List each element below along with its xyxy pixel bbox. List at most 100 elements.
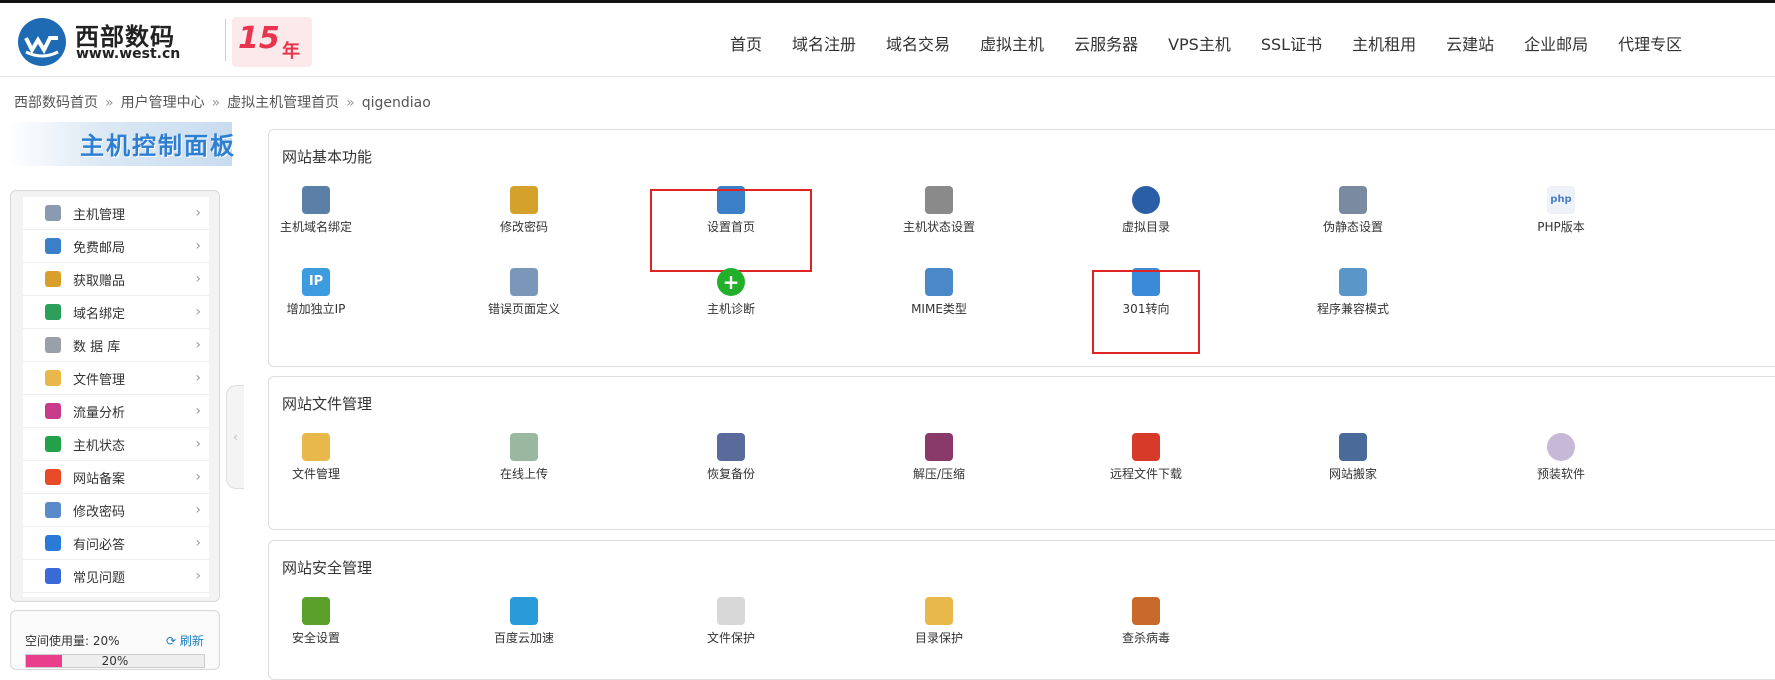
breadcrumb-item[interactable]: 用户管理中心: [121, 95, 205, 111]
tool-item[interactable]: 程序兼容模式: [1288, 268, 1418, 317]
mail-icon: [45, 238, 61, 254]
nav-item[interactable]: 虚拟主机: [980, 31, 1044, 55]
nav-item[interactable]: VPS主机: [1168, 31, 1231, 55]
php-icon: php: [1547, 186, 1575, 214]
header-divider: [225, 19, 226, 61]
tool-item[interactable]: 安全设置: [251, 597, 381, 646]
tool-label: 伪静态设置: [1322, 220, 1383, 234]
tool-label: 网站搬家: [1328, 467, 1377, 481]
gear-icon: [925, 186, 953, 214]
sidebar-item[interactable]: 主机状态 ›: [23, 428, 209, 461]
nav-item[interactable]: 域名注册: [792, 31, 856, 55]
tool-item[interactable]: IP 增加独立IP: [251, 268, 381, 317]
tool-item[interactable]: 修改密码: [459, 186, 589, 235]
tool-item[interactable]: php PHP版本: [1496, 186, 1626, 235]
sidebar-item[interactable]: 免费邮局 ›: [23, 230, 209, 263]
tool-label: 远程文件下载: [1109, 467, 1182, 481]
nav-item[interactable]: 首页: [730, 31, 762, 55]
bug-icon: [1132, 597, 1160, 625]
chevron-right-icon: ›: [195, 271, 201, 287]
sidebar-item[interactable]: 获取赠品 ›: [23, 263, 209, 296]
tool-item[interactable]: MIME类型: [874, 268, 1004, 317]
sidebar-menu: 主机管理 › 免费邮局 › 获取赠品 › 域名绑定 › 数 据 库 › 文件管理 › 流量分析 › 主机状态…: [23, 197, 209, 597]
sidebar-item[interactable]: 流量分析 ›: [23, 395, 209, 428]
globe-icon: [45, 304, 61, 320]
shield-icon: [302, 597, 330, 625]
chevron-right-icon: ›: [195, 502, 201, 518]
tool-item[interactable]: 错误页面定义: [459, 268, 589, 317]
anniversary-suffix: 年: [282, 41, 300, 62]
refresh-link[interactable]: ⟳ 刷新: [166, 632, 204, 649]
support-icon: [45, 535, 61, 551]
site-logo[interactable]: 西部数码 www.west.cn: [18, 15, 188, 67]
gift-icon: [45, 271, 61, 287]
tool-label: 文件管理: [291, 467, 340, 481]
chevron-right-icon: ›: [195, 337, 201, 353]
sidebar: 主机管理 › 免费邮局 › 获取赠品 › 域名绑定 › 数 据 库 › 文件管理 › 流量分析 › 主机状态…: [10, 190, 220, 602]
tool-label: 主机诊断: [706, 302, 755, 316]
sidebar-item[interactable]: 网站备案 ›: [23, 461, 209, 494]
tool-item[interactable]: 文件管理: [251, 433, 381, 482]
tool-item[interactable]: 预装软件: [1496, 433, 1626, 482]
anniversary-badge: 15 年: [232, 17, 312, 67]
sidebar-collapse-toggle[interactable]: ‹: [226, 385, 244, 489]
sidebar-item-label: 有问必答: [73, 537, 126, 553]
folder-icon: [45, 370, 61, 386]
tool-item[interactable]: 在线上传: [459, 433, 589, 482]
breadcrumb: 西部数码首页 » 用户管理中心 » 虚拟主机管理首页 » qigendiao: [14, 92, 431, 112]
tool-item[interactable]: 主机状态设置: [874, 186, 1004, 235]
chevron-right-icon: ›: [195, 205, 201, 221]
sidebar-item-label: 常见问题: [73, 570, 126, 586]
nav-item[interactable]: 企业邮局: [1524, 31, 1588, 55]
tool-item[interactable]: 解压/压缩: [874, 433, 1004, 482]
breadcrumb-separator: »: [346, 95, 355, 111]
chart-icon: [45, 403, 61, 419]
sidebar-item[interactable]: 修改密码 ›: [23, 494, 209, 527]
sidebar-item[interactable]: 有问必答 ›: [23, 527, 209, 560]
sidebar-item[interactable]: 域名绑定 ›: [23, 296, 209, 329]
breadcrumb-item[interactable]: 虚拟主机管理首页: [227, 95, 339, 111]
nav-item[interactable]: 云服务器: [1074, 31, 1138, 55]
database-icon: [45, 337, 61, 353]
tool-item[interactable]: 伪静态设置: [1288, 186, 1418, 235]
nav-item[interactable]: SSL证书: [1261, 31, 1322, 55]
tool-item[interactable]: 主机域名绑定: [251, 186, 381, 235]
section-title: 网站安全管理: [282, 559, 373, 577]
sidebar-item-label: 文件管理: [73, 372, 126, 388]
tool-label: 目录保护: [914, 631, 963, 645]
breadcrumb-item[interactable]: 西部数码首页: [14, 95, 98, 111]
site-header: 西部数码 www.west.cn 15 年 首页 域名注册 域名交易 虚拟主机 云服务器…: [0, 3, 1775, 77]
tool-item[interactable]: 恢复备份: [666, 433, 796, 482]
sidebar-item[interactable]: 文件管理 ›: [23, 362, 209, 395]
chevron-right-icon: ›: [195, 370, 201, 386]
nav-item[interactable]: 域名交易: [886, 31, 950, 55]
faq-icon: [45, 568, 61, 584]
tool-label: PHP版本: [1537, 220, 1585, 234]
cloud-icon: [510, 597, 538, 625]
tool-item[interactable]: 目录保护: [874, 597, 1004, 646]
space-usage-label: 空间使用量: 20%: [25, 634, 120, 648]
tool-item[interactable]: 远程文件下载: [1081, 433, 1211, 482]
nav-item[interactable]: 主机租用: [1352, 31, 1416, 55]
record-icon: [45, 469, 61, 485]
tool-item[interactable]: + 主机诊断: [666, 268, 796, 317]
chevron-right-icon: ›: [195, 403, 201, 419]
tool-item[interactable]: 文件保护: [666, 597, 796, 646]
nav-item[interactable]: 代理专区: [1618, 31, 1682, 55]
tool-label: 百度云加速: [493, 631, 554, 645]
chevron-right-icon: ›: [195, 304, 201, 320]
sidebar-item[interactable]: 数 据 库 ›: [23, 329, 209, 362]
tool-item[interactable]: 虚拟目录: [1081, 186, 1211, 235]
tool-label: 虚拟目录: [1121, 220, 1170, 234]
tool-item[interactable]: 查杀病毒: [1081, 597, 1211, 646]
status-icon: [45, 436, 61, 452]
archive-icon: [925, 433, 953, 461]
tool-item[interactable]: 百度云加速: [459, 597, 589, 646]
sidebar-item[interactable]: 常见问题 ›: [23, 560, 209, 593]
sidebar-item[interactable]: 主机管理 ›: [23, 197, 209, 230]
panel-title: 主机控制面板: [80, 132, 236, 160]
tool-item[interactable]: 网站搬家: [1288, 433, 1418, 482]
tool-label: 主机状态设置: [902, 220, 975, 234]
nav-item[interactable]: 云建站: [1446, 31, 1494, 55]
main-nav: 首页 域名注册 域名交易 虚拟主机 云服务器 VPS主机 SSL证书 主机租用 云建站 企业邮局 代…: [730, 6, 1712, 80]
